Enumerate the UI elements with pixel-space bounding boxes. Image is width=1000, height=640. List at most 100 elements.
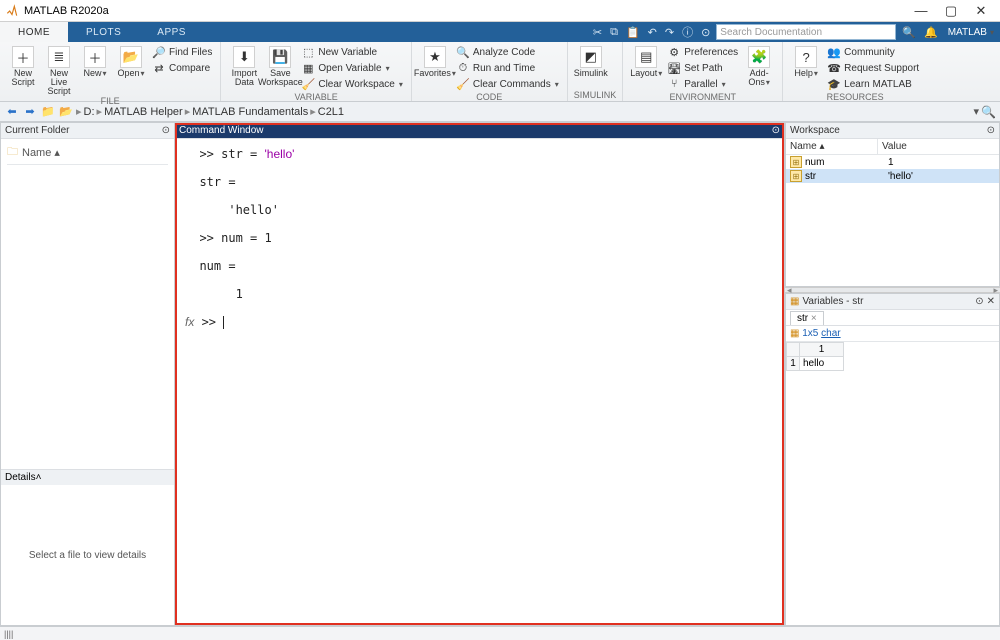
workspace-header[interactable]: Workspace⊙ [786, 123, 999, 139]
layout-button[interactable]: ▤Layout▾ [629, 44, 663, 92]
matlab-logo-icon [4, 3, 20, 19]
variable-tab[interactable]: str × [790, 311, 824, 325]
parallel-button[interactable]: ⑂Parallel▾ [665, 76, 740, 92]
current-folder-header[interactable]: Current Folder⊙ [1, 123, 174, 139]
current-folder-panel: Current Folder⊙ 🗀 Name ▴ Details˄ Select… [0, 122, 175, 626]
command-window-body[interactable]: >> str = 'hello' str = 'hello' >> num = … [175, 139, 784, 625]
save-ws-icon: 💾 [269, 46, 291, 68]
ws-col-name[interactable]: Name ▴ [786, 139, 878, 154]
ribbon: ＋NewScript ≣NewLive Script ＋New▾ 📂Open▾ … [0, 42, 1000, 102]
new-icon: ＋ [84, 46, 106, 68]
qat-undo-icon[interactable]: ↶ [646, 26, 659, 39]
compare-button[interactable]: ⇄Compare [150, 60, 214, 76]
workspace-panel: Workspace⊙ Name ▴ Value ⊞num1⊞str'hello' [785, 122, 1000, 287]
simulink-button[interactable]: ◩Simulink [574, 44, 608, 78]
restore-icon[interactable]: ⊙ [975, 296, 983, 307]
type-link[interactable]: char [821, 328, 840, 339]
bell-icon[interactable]: 🔔 [922, 26, 940, 39]
close-icon[interactable]: ⊙ [162, 125, 170, 136]
close-icon[interactable]: ⊙ [772, 125, 780, 136]
help-button[interactable]: ?Help▾ [789, 44, 823, 92]
find-files-button[interactable]: 🔎Find Files [150, 44, 214, 60]
qat-copy-icon[interactable]: ⧉ [608, 26, 620, 39]
breadcrumb[interactable]: MATLAB Helper▸ [104, 105, 190, 118]
analyze-code-button[interactable]: 🔍Analyze Code [454, 44, 561, 60]
breadcrumb[interactable]: D:▸ [84, 105, 103, 118]
minimize-button[interactable]: — [906, 0, 936, 22]
open-button[interactable]: 📂Open▾ [114, 44, 148, 96]
qat-help-icon[interactable]: ⓘ [680, 24, 695, 40]
chevron-up-icon[interactable]: ˄ [36, 472, 42, 483]
new-var-icon: ⬚ [301, 45, 315, 59]
right-column: Workspace⊙ Name ▴ Value ⊞num1⊞str'hello'… [785, 122, 1000, 626]
breadcrumb[interactable]: C2L1 [318, 106, 344, 118]
address-dropdown-icon[interactable]: ▾ [974, 105, 980, 118]
request-support-button[interactable]: ☎Request Support [825, 60, 921, 76]
command-window-header[interactable]: Command Window⊙ [175, 123, 784, 139]
user-menu[interactable]: MATLAB ▾ [944, 27, 998, 38]
set-path-button[interactable]: 🛣Set Path [665, 60, 740, 76]
back-icon[interactable]: ⬅ [4, 104, 20, 120]
preferences-button[interactable]: ⚙Preferences [665, 44, 740, 60]
gear-icon: ⚙ [667, 45, 681, 59]
browse-folder-icon[interactable]: 📂 [58, 104, 74, 120]
workspace-body[interactable]: Name ▴ Value ⊞num1⊞str'hello' [786, 139, 999, 286]
current-folder-body[interactable]: 🗀 Name ▴ [1, 139, 174, 469]
run-and-time-button[interactable]: ⏱Run and Time [454, 60, 561, 76]
variable-grid[interactable]: 1 1 hello [786, 342, 999, 371]
tab-home[interactable]: HOME [0, 22, 68, 42]
community-button[interactable]: 👥Community [825, 44, 921, 60]
column-header[interactable]: 🗀 Name ▴ [7, 143, 168, 165]
favorites-button[interactable]: ★Favorites▾ [418, 44, 452, 92]
open-variable-button[interactable]: ▦Open Variable▾ [299, 60, 405, 76]
new-script-button[interactable]: ＋NewScript [6, 44, 40, 96]
search-input[interactable]: Search Documentation [716, 24, 896, 40]
clear-workspace-button[interactable]: 🧹Clear Workspace▾ [299, 76, 405, 92]
qat-paste-icon[interactable]: 📋 [624, 26, 642, 39]
import-icon: ⬇ [233, 46, 255, 68]
forward-icon[interactable]: ➡ [22, 104, 38, 120]
workspace-row[interactable]: ⊞str'hello' [786, 169, 999, 183]
qat-redo-icon[interactable]: ↷ [663, 26, 676, 39]
breadcrumb[interactable]: MATLAB Fundamentals▸ [192, 105, 316, 118]
new-live-script-button[interactable]: ≣NewLive Script [42, 44, 76, 96]
new-script-icon: ＋ [12, 46, 34, 68]
close-icon[interactable]: ✕ [987, 296, 995, 307]
setpath-icon: 🛣 [667, 61, 681, 75]
group-simulink-label: SIMULINK [574, 90, 617, 101]
search-folder-icon[interactable]: 🔍 [981, 105, 996, 119]
compare-icon: ⇄ [152, 61, 166, 75]
tab-apps[interactable]: APPS [139, 22, 204, 42]
grid-row-header[interactable]: 1 [786, 357, 800, 371]
addons-button[interactable]: 🧩Add-Ons▾ [742, 44, 776, 92]
tab-plots[interactable]: PLOTS [68, 22, 139, 42]
close-button[interactable]: ✕ [966, 0, 996, 22]
new-button[interactable]: ＋New▾ [78, 44, 112, 96]
ws-col-value[interactable]: Value [878, 139, 911, 154]
details-header[interactable]: Details˄ [1, 469, 174, 485]
up-folder-icon[interactable]: 📁 [40, 104, 56, 120]
maximize-button[interactable]: ▢ [936, 0, 966, 22]
qat-cut-icon[interactable]: ✂ [591, 26, 604, 39]
workspace-row[interactable]: ⊞num1 [786, 155, 999, 169]
help-icon: ? [795, 46, 817, 68]
learn-matlab-button[interactable]: 🎓Learn MATLAB [825, 76, 921, 92]
save-workspace-button[interactable]: 💾SaveWorkspace [263, 44, 297, 92]
group-file: ＋NewScript ≣NewLive Script ＋New▾ 📂Open▾ … [0, 42, 221, 101]
new-variable-button[interactable]: ⬚New Variable [299, 44, 405, 60]
import-data-button[interactable]: ⬇ImportData [227, 44, 261, 92]
group-environment: ▤Layout▾ ⚙Preferences 🛣Set Path ⑂Paralle… [623, 42, 783, 101]
close-icon[interactable]: ⊙ [987, 125, 995, 136]
parallel-icon: ⑂ [667, 77, 681, 91]
clear-commands-button[interactable]: 🧹Clear Commands▾ [454, 76, 561, 92]
group-variable-label: VARIABLE [227, 92, 405, 103]
grid-col-header[interactable]: 1 [800, 342, 844, 357]
close-tab-icon[interactable]: × [811, 313, 817, 324]
qat-more-icon[interactable]: ⊙ [699, 26, 712, 39]
search-go-icon[interactable]: 🔍 [900, 26, 918, 39]
titlebar: MATLAB R2020a — ▢ ✕ [0, 0, 1000, 22]
grid-cell[interactable]: hello [800, 357, 844, 371]
variables-header[interactable]: ▦ Variables - str ⊙ ✕ [786, 294, 999, 310]
window-title: MATLAB R2020a [24, 5, 109, 17]
group-resources-label: RESOURCES [789, 92, 921, 103]
